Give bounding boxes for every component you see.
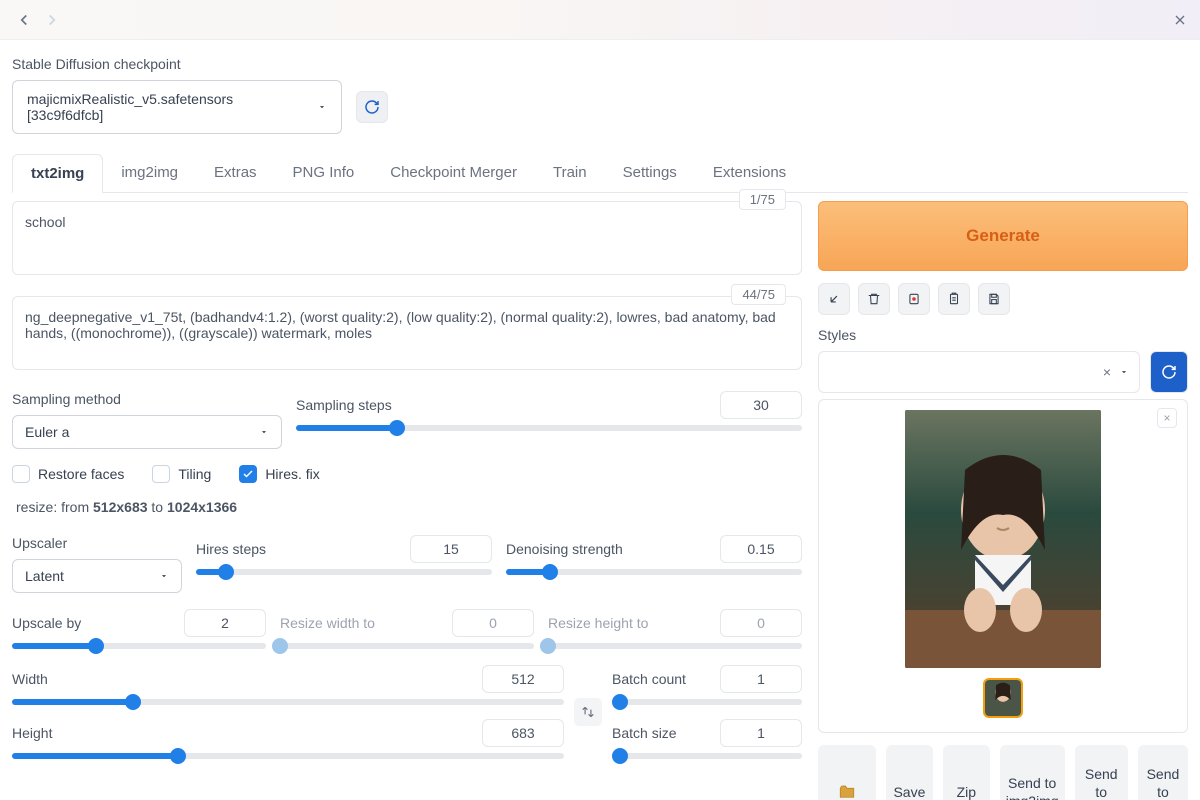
denoise-input[interactable] [720, 535, 802, 563]
close-preview-button[interactable]: × [1157, 408, 1177, 428]
sampling-method-select[interactable]: Euler a [12, 415, 282, 449]
clipboard-button[interactable] [938, 283, 970, 315]
close-window-button[interactable] [1172, 12, 1188, 28]
batch-count-input[interactable] [720, 665, 802, 693]
send-inpaint-button[interactable]: Send to inpaint [1075, 745, 1128, 800]
resize-width-label: Resize width to [280, 615, 375, 631]
resize-height-input[interactable] [720, 609, 802, 637]
hires-steps-input[interactable] [410, 535, 492, 563]
upscale-by-slider[interactable] [12, 643, 266, 649]
batch-size-input[interactable] [720, 719, 802, 747]
width-label: Width [12, 671, 48, 687]
tiling-checkbox[interactable]: Tiling [152, 465, 211, 483]
tab-extensions[interactable]: Extensions [695, 154, 804, 192]
zip-button[interactable]: Zip [943, 745, 990, 800]
upscale-by-label: Upscale by [12, 615, 81, 631]
resize-height-slider[interactable] [548, 643, 802, 649]
caret-down-icon [317, 102, 327, 112]
save-icon-button[interactable] [978, 283, 1010, 315]
resize-note: resize: from 512x683 to 1024x1366 [16, 499, 798, 515]
back-button[interactable] [12, 8, 36, 32]
caret-down-icon [1119, 367, 1129, 377]
generate-button[interactable]: Generate [818, 201, 1188, 271]
caret-down-icon [259, 427, 269, 437]
height-label: Height [12, 725, 52, 741]
output-thumbnail[interactable] [983, 678, 1023, 718]
width-input[interactable] [482, 665, 564, 693]
art-button[interactable] [898, 283, 930, 315]
tab-train[interactable]: Train [535, 154, 605, 192]
upscaler-select[interactable]: Latent [12, 559, 182, 593]
prompt-token-count: 1/75 [739, 189, 786, 210]
output-image[interactable] [905, 410, 1101, 668]
caret-down-icon [159, 571, 169, 581]
forward-button[interactable] [40, 8, 64, 32]
tab-ckptmerger[interactable]: Checkpoint Merger [372, 154, 535, 192]
denoise-label: Denoising strength [506, 541, 623, 557]
upscaler-label: Upscaler [12, 535, 182, 551]
main-content: Stable Diffusion checkpoint majicmixReal… [0, 40, 1200, 800]
denoise-slider[interactable] [506, 569, 802, 575]
tab-settings[interactable]: Settings [605, 154, 695, 192]
resize-height-label: Resize height to [548, 615, 648, 631]
batch-size-label: Batch size [612, 725, 677, 741]
title-bar [0, 0, 1200, 40]
hires-fix-checkbox[interactable]: Hires. fix [239, 465, 319, 483]
swap-dimensions-button[interactable] [574, 698, 602, 726]
height-input[interactable] [482, 719, 564, 747]
open-folder-button[interactable] [818, 745, 876, 800]
sampling-steps-label: Sampling steps [296, 397, 392, 413]
checkpoint-select[interactable]: majicmixRealistic_v5.safetensors [33c9f6… [12, 80, 342, 134]
negative-prompt-input[interactable] [12, 296, 802, 370]
sampling-steps-input[interactable] [720, 391, 802, 419]
reload-checkpoint-button[interactable] [356, 91, 388, 123]
styles-label: Styles [818, 327, 1140, 343]
batch-size-slider[interactable] [612, 753, 802, 759]
batch-count-slider[interactable] [612, 699, 802, 705]
clear-icon[interactable]: × [1103, 364, 1111, 380]
hires-steps-label: Hires steps [196, 541, 266, 557]
resize-width-slider[interactable] [280, 643, 534, 649]
batch-count-label: Batch count [612, 671, 686, 687]
tab-extras[interactable]: Extras [196, 154, 275, 192]
resize-width-input[interactable] [452, 609, 534, 637]
trash-button[interactable] [858, 283, 890, 315]
send-extras-button[interactable]: Send to extras [1138, 745, 1188, 800]
save-button[interactable]: Save [886, 745, 933, 800]
send-img2img-button[interactable]: Send to img2img [1000, 745, 1065, 800]
upscale-by-input[interactable] [184, 609, 266, 637]
tab-pnginfo[interactable]: PNG Info [275, 154, 373, 192]
arrow-tool-button[interactable] [818, 283, 850, 315]
styles-select[interactable]: × [818, 351, 1140, 393]
tab-img2img[interactable]: img2img [103, 154, 196, 192]
hires-steps-slider[interactable] [196, 569, 492, 575]
restore-faces-checkbox[interactable]: Restore faces [12, 465, 124, 483]
checkpoint-value: majicmixRealistic_v5.safetensors [33c9f6… [27, 91, 301, 123]
output-preview: × [818, 399, 1188, 733]
main-tabs: txt2img img2img Extras PNG Info Checkpoi… [12, 154, 1188, 193]
refresh-styles-button[interactable] [1150, 351, 1188, 393]
checkpoint-label: Stable Diffusion checkpoint [12, 56, 1188, 72]
tab-txt2img[interactable]: txt2img [12, 154, 103, 193]
prompt-input[interactable] [12, 201, 802, 275]
sampling-method-label: Sampling method [12, 391, 282, 407]
sampling-steps-slider[interactable] [296, 425, 802, 431]
neg-prompt-token-count: 44/75 [731, 284, 786, 305]
width-slider[interactable] [12, 699, 564, 705]
height-slider[interactable] [12, 753, 564, 759]
